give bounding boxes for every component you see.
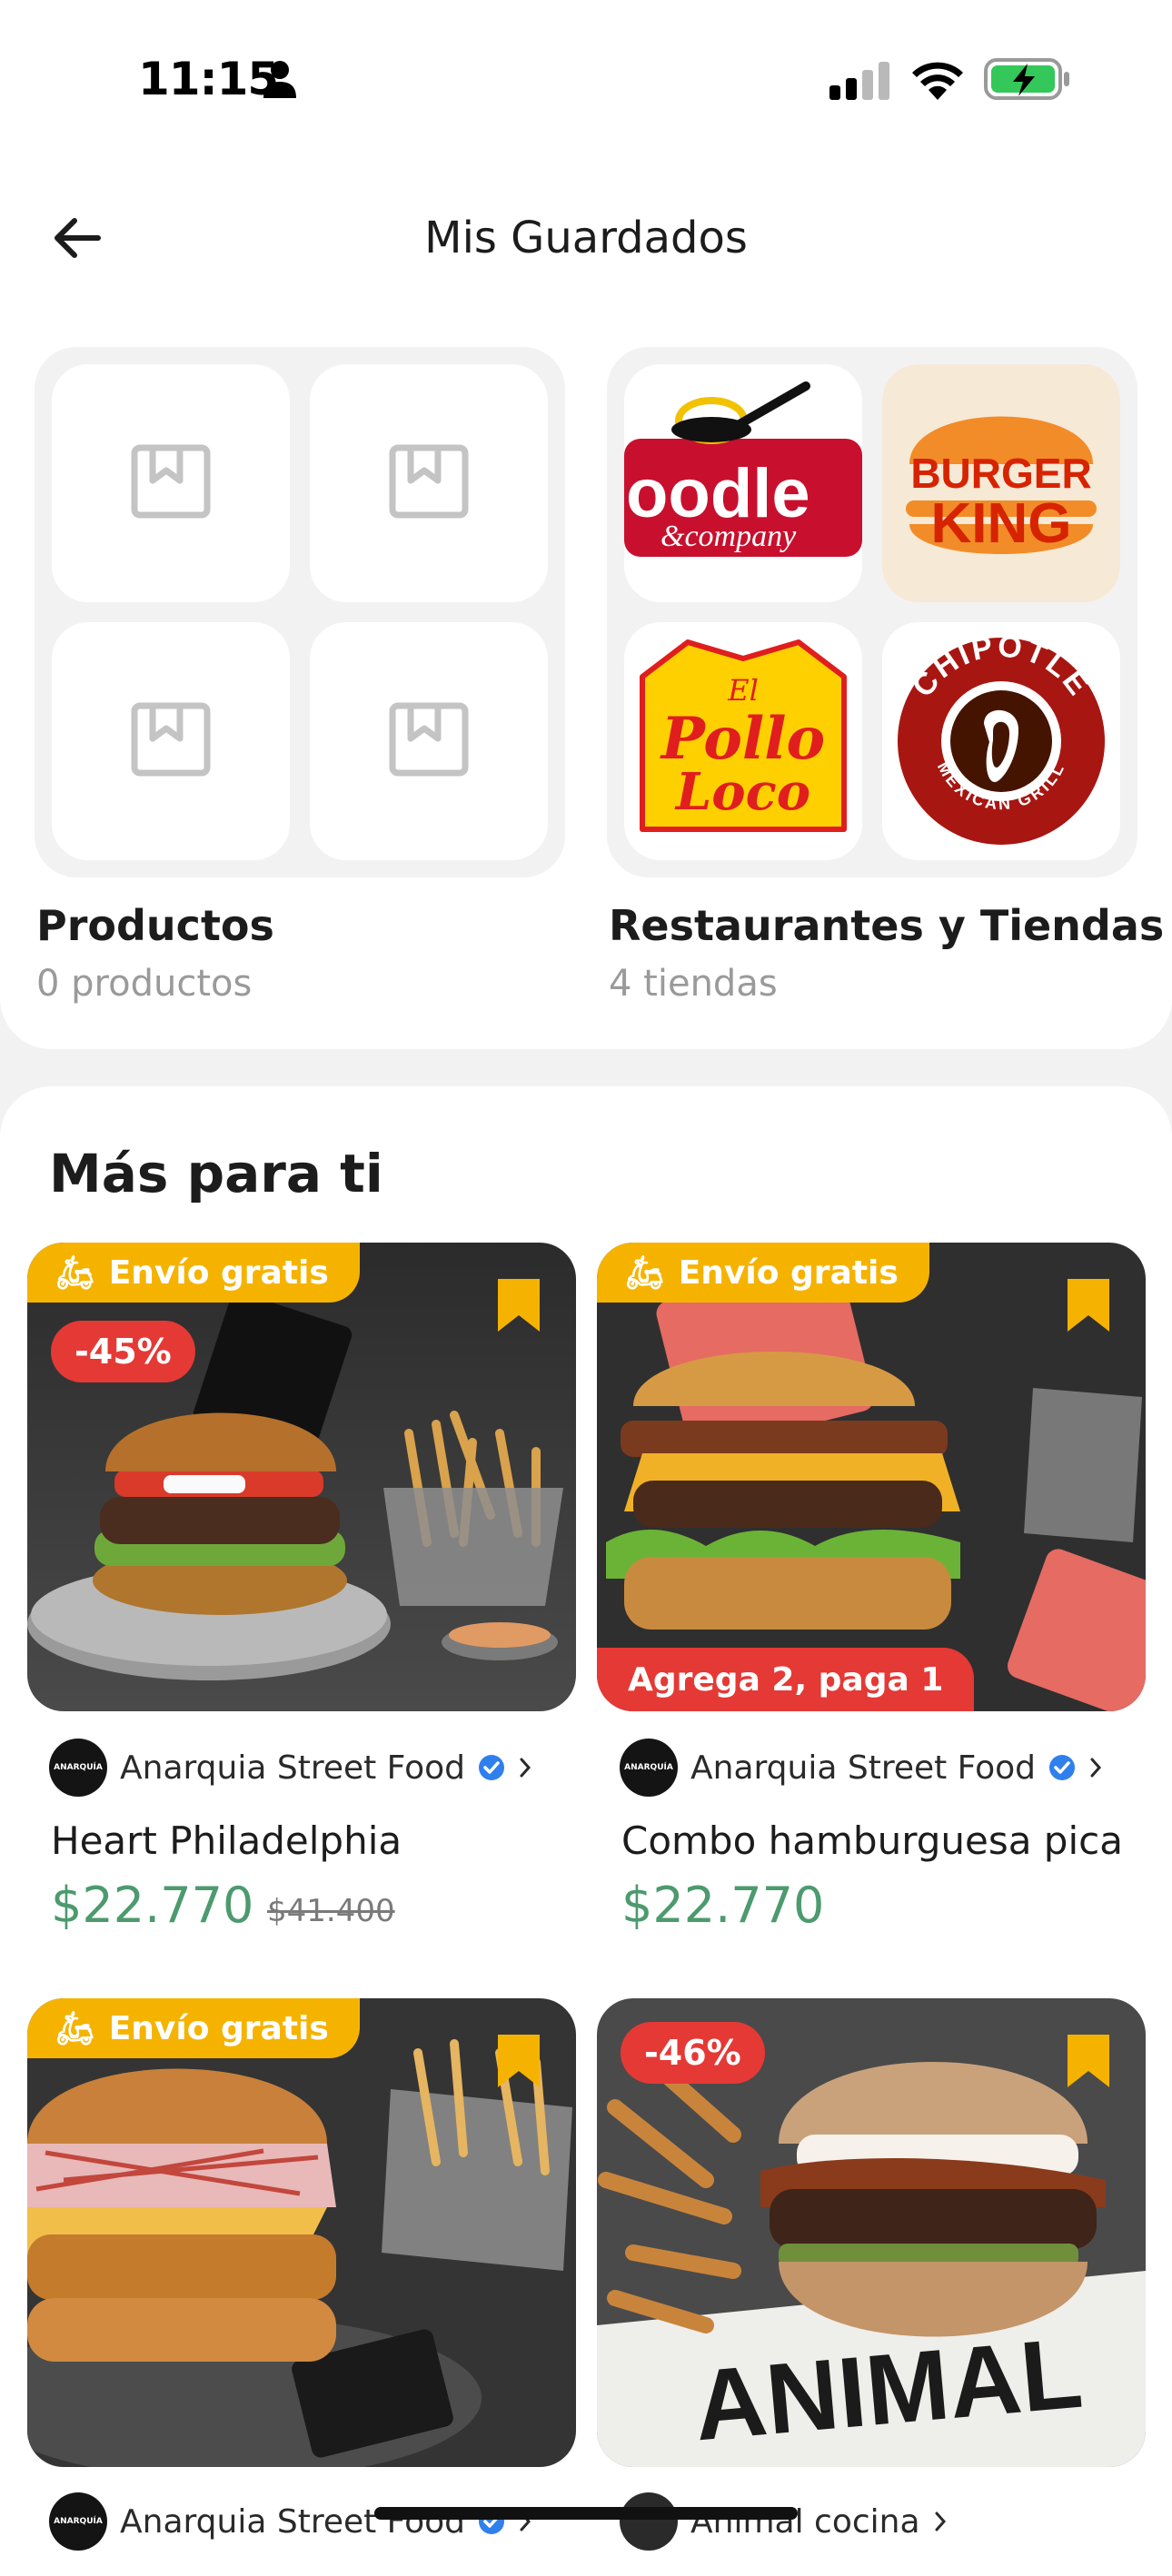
free-delivery-ribbon: 🛵︎ Envío gratis — [27, 1243, 360, 1303]
group-count-restaurantes: 4 tiendas — [609, 963, 778, 1005]
group-title-restaurantes: Restaurantes y Tiendas — [609, 901, 1165, 950]
chevron-right-icon — [935, 2512, 946, 2531]
saved-products-collection[interactable] — [35, 347, 565, 877]
product-card-image[interactable]: 🛵︎ Envío gratis Agrega 2, paga 1 — [597, 1243, 1146, 1711]
svg-text:KING: KING — [931, 492, 1072, 555]
saved-stores-collection[interactable]: oodle &company BURGER KING El Pollo Loco — [607, 347, 1137, 877]
chevron-right-icon — [1090, 1758, 1102, 1778]
store-avatar — [620, 2492, 678, 2551]
store-link[interactable]: Animal cocina — [620, 2492, 948, 2551]
product-old-price: $41.400 — [267, 1893, 395, 1929]
burger-photo — [27, 1243, 576, 1711]
store-link[interactable]: ANARQUÍA Anarquia Street Food — [49, 2492, 532, 2551]
empty-product-slot — [52, 364, 290, 602]
signal-icon — [829, 62, 889, 100]
chevron-right-icon — [520, 1758, 531, 1778]
store-logo-noodles[interactable]: oodle &company — [624, 364, 862, 602]
store-name: Anarquia Street Food — [120, 1749, 466, 1787]
product-card-image[interactable]: 🛵︎ Envío gratis — [27, 1998, 576, 2467]
svg-text:BURGER: BURGER — [910, 450, 1091, 497]
bookmark-icon[interactable] — [498, 1279, 540, 1332]
bookmark-box-icon — [389, 444, 469, 519]
scooter-icon: 🛵︎ — [624, 1254, 666, 1292]
status-time: 11:15 — [138, 53, 279, 105]
empty-product-slot — [310, 622, 548, 860]
discount-badge: -46% — [621, 2022, 765, 2084]
promo-badge: Agrega 2, paga 1 — [597, 1648, 975, 1711]
product-name[interactable]: Combo hamburguesa pica — [621, 1818, 1123, 1863]
store-link[interactable]: ANARQUÍA Anarquia Street Food — [620, 1739, 1103, 1797]
bookmark-box-icon — [131, 444, 211, 519]
empty-product-slot — [52, 622, 290, 860]
verified-icon — [1049, 1755, 1076, 1780]
bookmark-icon[interactable] — [1068, 1279, 1109, 1332]
product-price: $22.770 — [621, 1877, 825, 1934]
scooter-icon: 🛵︎ — [55, 1254, 96, 1292]
store-logo-burger-king[interactable]: BURGER KING — [882, 364, 1120, 602]
store-avatar: ANARQUÍA — [49, 2492, 107, 2551]
svg-text:El: El — [727, 673, 759, 708]
battery-charging-icon — [984, 58, 1069, 100]
discount-badge: -45% — [51, 1321, 195, 1382]
burger-photo — [597, 1243, 1146, 1711]
store-logo-el-pollo-loco[interactable]: El Pollo Loco — [624, 622, 862, 860]
group-title-productos: Productos — [36, 901, 274, 950]
scooter-icon: 🛵︎ — [55, 2010, 96, 2047]
product-price: $22.770 — [51, 1877, 254, 1934]
store-avatar: ANARQUÍA — [620, 1739, 678, 1797]
bookmark-box-icon — [131, 702, 211, 777]
verified-icon — [479, 1755, 505, 1780]
store-link[interactable]: ANARQUÍA Anarquia Street Food — [49, 1739, 532, 1797]
free-delivery-ribbon: 🛵︎ Envío gratis — [27, 1998, 360, 2058]
bookmark-icon[interactable] — [498, 2035, 540, 2087]
product-name[interactable]: Heart Philadelphia — [51, 1818, 402, 1863]
store-logo-chipotle[interactable]: CHIPOTLE MEXICAN GRILL — [882, 622, 1120, 860]
product-card-image[interactable]: ANIMAL -46% — [597, 1998, 1146, 2467]
bookmark-box-icon — [389, 702, 469, 777]
group-count-productos: 0 productos — [36, 963, 253, 1005]
empty-product-slot — [310, 364, 548, 602]
free-delivery-ribbon: 🛵︎ Envío gratis — [597, 1243, 929, 1303]
bookmark-icon[interactable] — [1068, 2035, 1109, 2087]
store-avatar: ANARQUÍA — [49, 1739, 107, 1797]
page-title: Mis Guardados — [424, 213, 748, 263]
home-indicator[interactable] — [374, 2507, 798, 2520]
burger-photo — [27, 1998, 576, 2467]
product-card-image[interactable]: 🛵︎ Envío gratis -45% — [27, 1243, 576, 1711]
section-title: Más para ti — [49, 1143, 383, 1204]
person-icon — [263, 61, 296, 98]
svg-text:&company: &company — [660, 520, 797, 553]
store-name: Anarquia Street Food — [690, 1749, 1037, 1787]
wifi-icon — [912, 62, 963, 100]
svg-text:Loco: Loco — [674, 762, 810, 822]
